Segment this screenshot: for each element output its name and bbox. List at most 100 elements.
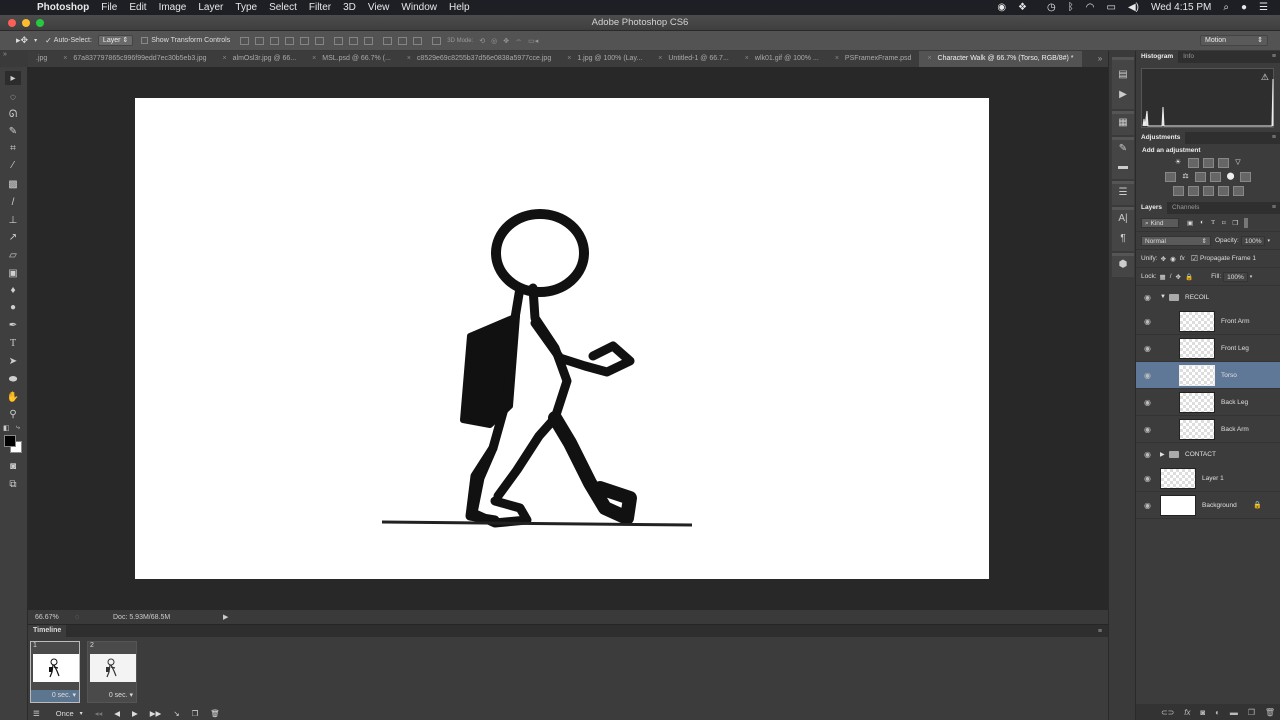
- distribute-hcenter-icon[interactable]: [398, 36, 408, 45]
- lock-transparent-pixels-icon[interactable]: ▦: [1160, 273, 1166, 281]
- layer-name[interactable]: Front Leg: [1221, 345, 1249, 352]
- posterize-icon[interactable]: [1187, 186, 1199, 196]
- marquee-tool[interactable]: ◌: [5, 90, 21, 104]
- distribute-bottom-icon[interactable]: [364, 36, 374, 45]
- preset-dropdown-icon[interactable]: ▾: [34, 37, 37, 44]
- visibility-eye-icon[interactable]: ◉: [1144, 344, 1151, 353]
- close-tab-icon[interactable]: ×: [567, 51, 571, 67]
- visibility-eye-icon[interactable]: ◉: [1144, 293, 1151, 302]
- black-white-icon[interactable]: [1195, 172, 1206, 182]
- menu-type[interactable]: Type: [235, 2, 257, 13]
- duplicate-frame-button[interactable]: ❐: [192, 709, 199, 718]
- document-tab[interactable]: × 1.jpg @ 100% (Lay...: [559, 51, 650, 67]
- delete-frame-button[interactable]: 🗑: [210, 709, 220, 718]
- cache-warning-icon[interactable]: ⚠: [1261, 72, 1269, 83]
- document-tab[interactable]: .jpg: [28, 51, 55, 67]
- brush-presets-icon[interactable]: ✎: [1115, 143, 1131, 157]
- convert-timeline-icon[interactable]: ☰: [33, 709, 40, 718]
- document-tab[interactable]: × PSFramexFrame.psd: [827, 51, 920, 67]
- filter-shape-icon[interactable]: ⌑: [1222, 219, 1225, 227]
- link-layers-icon[interactable]: ⊂⊃: [1161, 708, 1174, 717]
- levels-icon[interactable]: [1187, 158, 1199, 168]
- layer-row[interactable]: ◉ Back Arm: [1136, 416, 1280, 443]
- tools-collapse-handle[interactable]: »: [0, 51, 28, 67]
- auto-select-checkbox[interactable]: ✓: [45, 36, 52, 45]
- timeline-panel-menu-icon[interactable]: ≡: [1098, 628, 1102, 635]
- healing-brush-tool[interactable]: ▩: [5, 177, 21, 191]
- color-lookup-icon[interactable]: [1240, 172, 1251, 182]
- menu-app-name[interactable]: Photoshop: [37, 2, 89, 13]
- dropbox-icon[interactable]: ❖: [1018, 2, 1027, 13]
- photo-filter-icon[interactable]: [1210, 172, 1221, 182]
- close-tab-icon[interactable]: ×: [658, 51, 662, 67]
- move-tool[interactable]: ▸: [5, 71, 21, 85]
- brush-panel-icon[interactable]: ▬: [1115, 161, 1131, 175]
- 3d-slide-icon[interactable]: ⇔: [515, 37, 522, 44]
- layer-row[interactable]: ◉ Layer 1: [1136, 465, 1280, 492]
- timeline-frame-1[interactable]: 1 0 sec. ▾: [30, 641, 80, 703]
- menu-layer[interactable]: Layer: [198, 2, 223, 13]
- canvas[interactable]: [135, 98, 989, 579]
- layer-row[interactable]: ◉ Torso: [1136, 362, 1280, 389]
- close-tab-icon[interactable]: ×: [223, 51, 227, 67]
- align-horizontal-center-icon[interactable]: [300, 36, 310, 45]
- timeline-frame-2[interactable]: 2 0 sec. ▾: [87, 641, 137, 703]
- gradient-tool[interactable]: ▣: [5, 266, 21, 280]
- visibility-eye-icon[interactable]: ◉: [1144, 371, 1151, 380]
- layer-group-row[interactable]: ◉ ▶ CONTACT: [1136, 443, 1280, 465]
- tab-info[interactable]: Info: [1178, 51, 1199, 63]
- 3d-roll-icon[interactable]: ◎: [491, 37, 497, 45]
- group-collapsed-icon[interactable]: ▶: [1160, 451, 1165, 458]
- lasso-tool[interactable]: ᘏ: [5, 107, 21, 121]
- next-frame-button[interactable]: ▶▶: [150, 709, 162, 718]
- channel-mixer-icon[interactable]: ⬤: [1225, 172, 1236, 182]
- close-tab-icon[interactable]: ×: [835, 51, 839, 67]
- unify-position-icon[interactable]: ✥: [1161, 255, 1166, 263]
- frame-delay[interactable]: 0 sec. ▾: [88, 690, 136, 702]
- zoom-level[interactable]: 66.67%: [35, 614, 75, 621]
- eyedropper-tool[interactable]: ⁄: [5, 158, 21, 172]
- libraries-panel-icon[interactable]: ▦: [1115, 117, 1131, 131]
- menu-view[interactable]: View: [368, 2, 390, 13]
- document-tab[interactable]: × wlk01.gif @ 100% ...: [737, 51, 827, 67]
- document-tab[interactable]: × 67a837797865c996f99edd7ec30b5eb3.jpg: [55, 51, 214, 67]
- close-tab-icon[interactable]: ×: [745, 51, 749, 67]
- filter-toggle[interactable]: [1244, 217, 1249, 228]
- layers-panel-menu-icon[interactable]: ≡: [1272, 204, 1276, 211]
- layer-name[interactable]: Front Arm: [1221, 318, 1250, 325]
- actions-panel-icon[interactable]: ▶: [1115, 89, 1131, 103]
- lock-position-icon[interactable]: ✥: [1176, 273, 1181, 281]
- layer-name[interactable]: Torso: [1221, 372, 1237, 379]
- curves-icon[interactable]: [1202, 158, 1214, 168]
- align-vertical-center-icon[interactable]: [255, 36, 265, 45]
- distribute-top-icon[interactable]: [334, 36, 344, 45]
- propagate-frame-checkbox[interactable]: ☑: [1191, 254, 1198, 263]
- visibility-eye-icon[interactable]: ◉: [1144, 474, 1151, 483]
- paragraph-panel-icon[interactable]: ¶: [1115, 233, 1131, 247]
- unify-style-icon[interactable]: fx: [1180, 255, 1185, 262]
- distribute-vcenter-icon[interactable]: [349, 36, 359, 45]
- delete-layer-icon[interactable]: 🗑: [1265, 708, 1275, 717]
- clock[interactable]: Wed 4:15 PM: [1151, 2, 1211, 13]
- layer-row[interactable]: ◉ Background 🔒: [1136, 492, 1280, 519]
- show-transform-checkbox[interactable]: [141, 37, 149, 44]
- menu-3d[interactable]: 3D: [343, 2, 356, 13]
- document-tab[interactable]: × c8529e69c8255b37d56e0838a5977cce.jpg: [399, 51, 559, 67]
- filter-type-icon[interactable]: T: [1211, 219, 1215, 226]
- fill-field[interactable]: 100%: [1223, 271, 1248, 282]
- 3d-panel-icon[interactable]: ⬢: [1115, 259, 1131, 273]
- auto-select-target-dropdown[interactable]: Layer ⇕: [97, 35, 134, 46]
- exposure-icon[interactable]: [1217, 158, 1229, 168]
- loop-dropdown-icon[interactable]: ▾: [80, 710, 83, 717]
- zoom-window-button[interactable]: [36, 19, 44, 27]
- time-machine-icon[interactable]: ◷: [1047, 2, 1056, 13]
- layer-row[interactable]: ◉ Front Arm: [1136, 308, 1280, 335]
- layer-name[interactable]: Background: [1202, 502, 1237, 509]
- tab-channels[interactable]: Channels: [1167, 202, 1204, 214]
- menu-file[interactable]: File: [101, 2, 117, 13]
- menu-help[interactable]: Help: [449, 2, 470, 13]
- path-selection-tool[interactable]: ➤: [5, 354, 21, 368]
- quick-selection-tool[interactable]: ✎: [5, 124, 21, 138]
- lock-all-icon[interactable]: 🔒: [1185, 273, 1193, 281]
- clone-stamp-tool[interactable]: ⊥: [5, 213, 21, 227]
